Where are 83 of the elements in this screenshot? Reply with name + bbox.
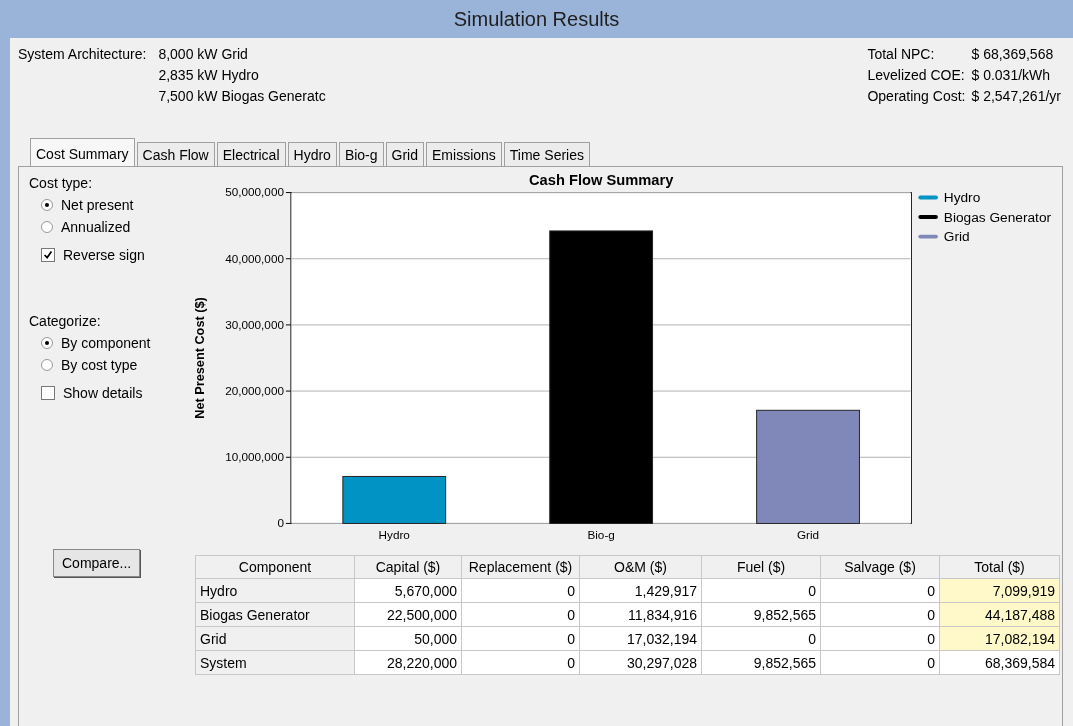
table-cell: 50,000 — [354, 626, 462, 651]
chart-title: Cash Flow Summary — [528, 171, 674, 188]
option-label: Reverse sign — [63, 247, 145, 263]
legend-label: Biogas Generator — [943, 209, 1051, 225]
y-tick-label: 20,000,000 — [225, 384, 284, 397]
table-cell: 0 — [461, 626, 580, 651]
option-label: Net present — [61, 197, 134, 213]
column-header: Capital ($) — [354, 555, 462, 579]
column-header: Total ($) — [939, 555, 1060, 579]
table-cell: 28,220,000 — [354, 650, 462, 675]
table-cell: 9,852,565 — [701, 602, 821, 627]
architecture-item: 7,500 kW Biogas Generatc — [158, 88, 326, 104]
radio-button[interactable] — [41, 199, 53, 211]
table-cell: 0 — [820, 650, 940, 675]
column-header: Replacement ($) — [461, 555, 580, 579]
tab[interactable]: Emissions — [426, 142, 502, 166]
option-label: By cost type — [61, 357, 138, 373]
radio-button[interactable] — [41, 359, 53, 371]
table-cell: 0 — [461, 602, 580, 627]
table-cell: 68,369,584 — [939, 650, 1060, 675]
y-tick-label: 50,000,000 — [225, 185, 284, 199]
compare-button[interactable]: Compare... — [53, 549, 141, 577]
table-cell: 0 — [820, 626, 940, 651]
table-cell: 9,852,565 — [701, 650, 821, 675]
table-cell: Biogas Generator — [195, 602, 355, 627]
summary-value: $ 68,369,568 — [971, 46, 1055, 62]
checkbox[interactable] — [41, 386, 55, 400]
x-tick-label: Hydro — [378, 528, 410, 542]
tab[interactable]: Cost Summary — [30, 138, 135, 166]
table-cell: 0 — [461, 650, 580, 675]
y-axis-label: Net Present Cost ($) — [191, 297, 207, 419]
option-label: Show details — [63, 385, 143, 401]
x-tick-label: Grid — [796, 528, 819, 542]
tab[interactable]: Time Series — [503, 142, 590, 166]
table-cell: Hydro — [195, 578, 355, 603]
summary-value: $ 0.031/kWh — [971, 67, 1052, 83]
tab[interactable]: Electrical — [216, 142, 286, 166]
table-cell: System — [195, 650, 355, 675]
column-header: Component — [195, 555, 355, 579]
summary-label: Operating Cost: — [867, 88, 966, 104]
summary-value: $ 2,547,261/yr — [971, 88, 1061, 104]
tab[interactable]: Cash Flow — [136, 142, 215, 166]
legend-label: Grid — [943, 229, 970, 245]
table-cell: 0 — [820, 578, 940, 603]
tab[interactable]: Bio-g — [338, 142, 384, 166]
y-tick-label: 30,000,000 — [225, 317, 284, 331]
architecture-label: System Architecture: — [18, 46, 147, 64]
y-tick-label: 40,000,000 — [225, 251, 284, 265]
radio-button[interactable] — [41, 221, 53, 233]
table-cell: 0 — [820, 602, 940, 627]
column-header: Salvage ($) — [820, 555, 940, 579]
option-label: Annualized — [61, 219, 131, 235]
table-cell: 17,082,194 — [939, 626, 1060, 651]
tab[interactable]: Hydro — [287, 142, 337, 166]
tab[interactable]: Grid — [385, 142, 424, 166]
summary-label: Levelized COE: — [867, 67, 966, 83]
table-cell: 0 — [701, 578, 821, 603]
group-label: Cost type: — [29, 175, 94, 191]
option-label: By component — [61, 335, 151, 351]
table-cell: 0 — [701, 626, 821, 651]
legend-label: Hydro — [943, 190, 981, 206]
table-cell: 1,429,917 — [579, 578, 702, 603]
table-cell: 7,099,919 — [939, 578, 1060, 603]
column-header: Fuel ($) — [701, 555, 821, 579]
summary-label: Total NPC: — [867, 46, 936, 62]
checkbox[interactable] — [41, 248, 55, 262]
y-tick-label: 10,000,000 — [225, 450, 284, 464]
architecture-item: 2,835 kW Hydro — [158, 67, 260, 83]
group-label: Categorize: — [29, 313, 102, 329]
table-cell: 22,500,000 — [354, 602, 462, 627]
y-tick-label: 0 — [277, 516, 284, 530]
table-cell: 11,834,916 — [579, 602, 702, 627]
table-cell: 30,297,028 — [579, 650, 702, 675]
column-header: O&M ($) — [579, 555, 702, 579]
window-title: Simulation Results — [452, 6, 621, 32]
x-tick-label: Bio-g — [587, 528, 615, 542]
table-cell: 17,032,194 — [579, 626, 702, 651]
table-cell: 5,670,000 — [354, 578, 462, 603]
table-cell: Grid — [195, 626, 355, 651]
table-cell: 44,187,488 — [939, 602, 1060, 627]
radio-button[interactable] — [41, 337, 53, 349]
table-cell: 0 — [461, 578, 580, 603]
architecture-item: 8,000 kW Grid — [158, 46, 249, 62]
